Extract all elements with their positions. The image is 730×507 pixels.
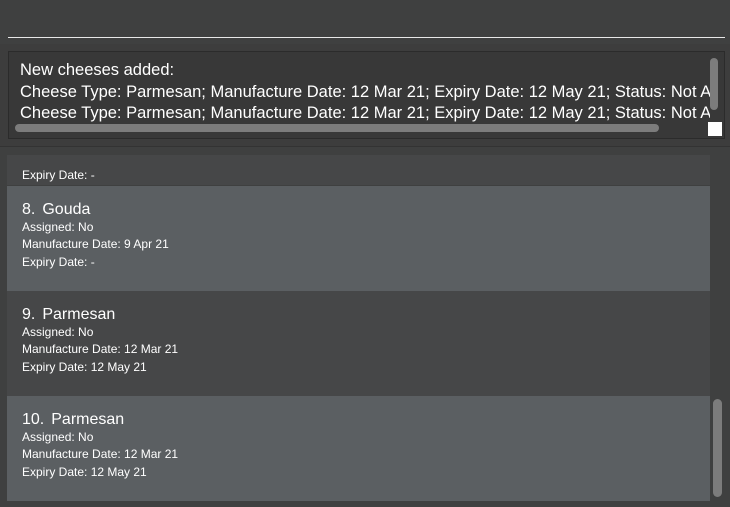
result-line: New cheeses added: [20,61,175,79]
cheese-index: 8. [22,201,36,218]
cheese-assigned: Assigned: No [22,430,94,444]
result-display-panel: New cheeses added: Cheese Type: Parmesan… [0,44,730,146]
cheese-index: 9. [22,306,36,323]
app-window: New cheeses added: Cheese Type: Parmesan… [0,0,730,507]
list-vertical-scrollbar[interactable] [713,399,722,497]
result-line: Cheese Type: Parmesan; Manufacture Date:… [20,104,710,122]
cheese-title: 8. Gouda [22,200,695,219]
list-item[interactable]: 9. Parmesan Assigned: No Manufacture Date… [7,291,710,396]
cheese-assigned: Assigned: No [22,325,94,339]
result-display[interactable]: New cheeses added: Cheese Type: Parmesan… [8,51,725,139]
result-vertical-scrollbar[interactable] [710,58,718,110]
cheese-list-panel: Expiry Date: - 8. Gouda Assigned: No Manu… [0,146,730,507]
cheese-expiry: Expiry Date: - [22,168,95,182]
cheese-manufacture-date: Manufacture Date: 12 Mar 21 [22,447,179,462]
cheese-index: 10. [22,411,45,428]
cheese-title: 9. Parmesan [22,305,695,324]
cheese-list[interactable]: Expiry Date: - 8. Gouda Assigned: No Manu… [7,155,710,507]
cheese-manufacture-date: Manufacture Date: 9 Apr 21 [22,237,169,252]
cheese-expiry: Expiry Date: - [22,254,95,269]
cheese-manufacture-date: Manufacture Date: 12 Mar 21 [22,342,179,357]
cheese-name: Gouda [42,201,91,218]
cheese-expiry: Expiry Date: 12 May 21 [22,464,147,479]
cheese-name: Parmesan [42,306,116,323]
scroll-corner [708,122,722,136]
cheese-name: Parmesan [51,411,125,428]
result-text: New cheeses added: Cheese Type: Parmesan… [20,60,710,125]
list-item[interactable]: 10. Parmesan Assigned: No Manufacture Dat… [7,396,710,501]
result-line: Cheese Type: Parmesan; Manufacture Date:… [20,82,710,101]
list-item[interactable]: 8. Gouda Assigned: No Manufacture Date: 9… [7,186,710,291]
cheese-title: 10. Parmesan [22,410,695,429]
cheese-assigned: Assigned: No [22,220,94,234]
cheese-expiry: Expiry Date: 12 May 21 [22,359,147,374]
list-item[interactable]: Expiry Date: - [7,155,710,185]
command-input[interactable] [8,0,725,38]
result-horizontal-scrollbar[interactable] [15,124,659,132]
